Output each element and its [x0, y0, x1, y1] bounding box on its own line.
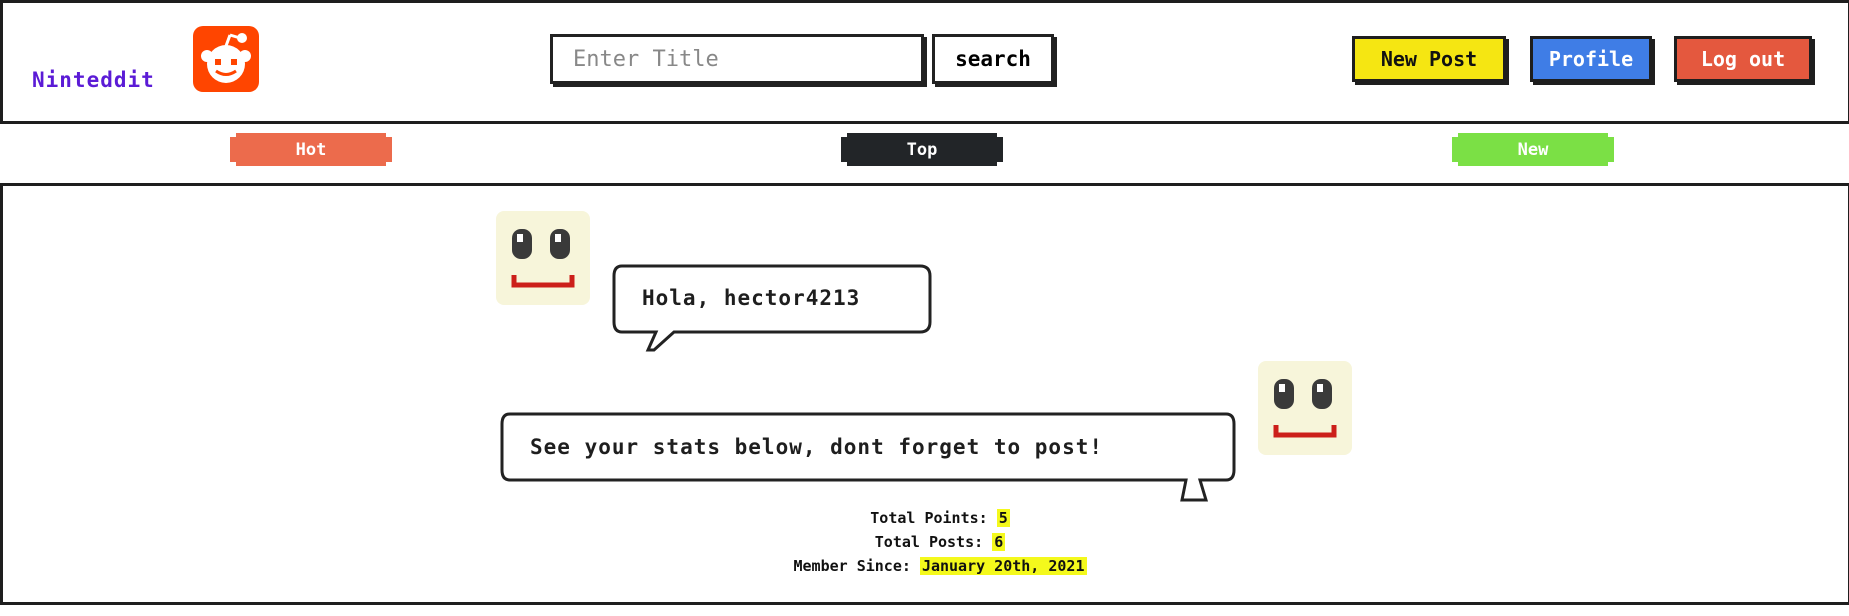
logout-button[interactable]: Log out — [1674, 36, 1812, 82]
tab-new[interactable]: New — [1452, 133, 1614, 166]
search-button[interactable]: search — [932, 34, 1054, 84]
reddit-alien-icon[interactable] — [193, 26, 259, 92]
stat-points: Total Points: 5 — [640, 506, 1240, 530]
brand-name[interactable]: Ninteddit — [32, 68, 155, 92]
stat-value: 6 — [992, 533, 1006, 551]
stat-value: January 20th, 2021 — [919, 557, 1087, 575]
stat-member-since: Member Since: January 20th, 2021 — [640, 554, 1240, 578]
profile-button[interactable]: Profile — [1530, 36, 1652, 82]
stat-label: Total Points: — [870, 509, 988, 527]
user-stats: Total Points: 5 Total Posts: 6 Member Si… — [640, 506, 1240, 578]
stat-label: Total Posts: — [874, 533, 984, 551]
stat-value: 5 — [996, 509, 1010, 527]
tab-hot[interactable]: Hot — [230, 133, 392, 166]
smiley-face-icon — [1258, 361, 1352, 455]
stat-posts: Total Posts: 6 — [640, 530, 1240, 554]
greeting-text: Hola, hector4213 — [642, 286, 861, 310]
new-post-button[interactable]: New Post — [1352, 36, 1506, 82]
message-text: See your stats below, dont forget to pos… — [530, 435, 1104, 459]
search-input[interactable] — [550, 34, 924, 84]
tab-top[interactable]: Top — [841, 133, 1003, 166]
stat-label: Member Since: — [793, 557, 911, 575]
smiley-face-icon — [496, 211, 590, 305]
